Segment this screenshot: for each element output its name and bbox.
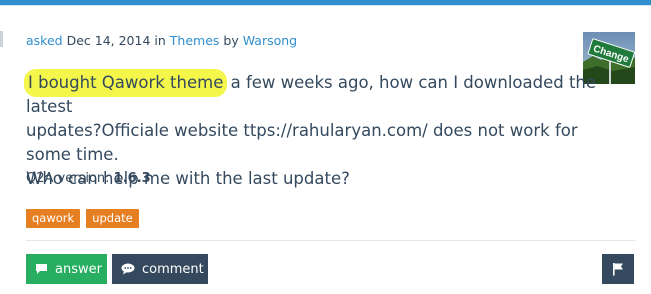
flag-icon	[613, 263, 623, 276]
meta-by-text: by	[223, 33, 239, 48]
answer-button[interactable]: answer	[26, 254, 107, 284]
answer-label: answer	[55, 261, 102, 277]
left-edge-marker	[0, 31, 3, 47]
author-link[interactable]: Warsong	[243, 33, 297, 48]
tag-list: qawork update	[26, 209, 139, 228]
comment-button[interactable]: comment	[112, 254, 208, 284]
comment-label: comment	[142, 261, 204, 277]
highlighted-text: I bought Qawork theme	[26, 71, 226, 95]
comment-bubble-icon	[121, 263, 135, 275]
tag-update[interactable]: update	[86, 209, 139, 228]
asked-date: Dec 14, 2014	[66, 33, 151, 48]
q2a-version: Q2A version: 1.6.3	[26, 171, 151, 186]
version-label: Q2A version:	[26, 171, 110, 186]
version-value: 1.6.3	[113, 171, 151, 186]
flag-button[interactable]	[602, 254, 634, 284]
tag-qawork[interactable]: qawork	[26, 209, 81, 228]
category-link[interactable]: Themes	[170, 33, 220, 48]
question-meta: asked Dec 14, 2014 in Themes by Warsong	[26, 33, 297, 48]
meta-in-text: in	[154, 33, 166, 48]
top-divider	[0, 5, 651, 6]
asked-link[interactable]: asked	[26, 33, 63, 48]
actions-divider	[26, 240, 636, 241]
speech-bubble-icon	[36, 264, 47, 274]
question-line2: updates?Officiale website ttps://rahular…	[26, 121, 578, 164]
